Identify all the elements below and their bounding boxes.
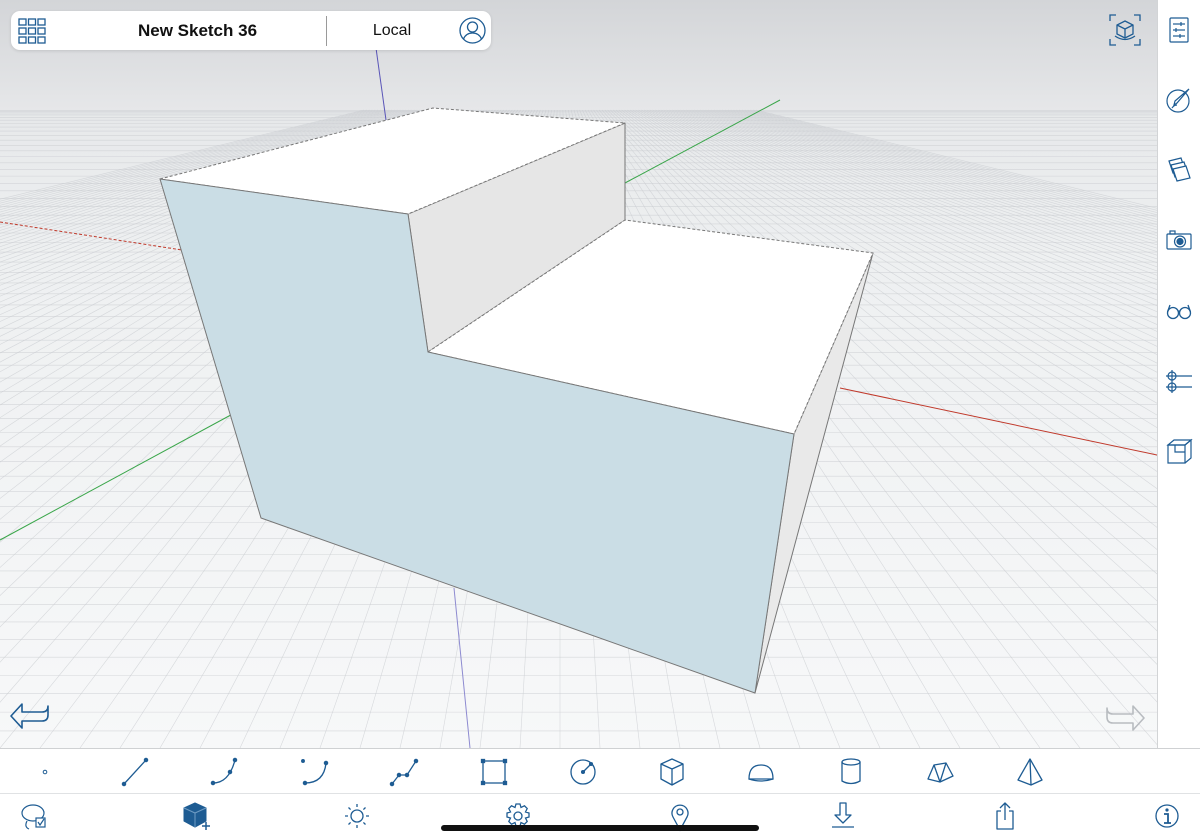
layers-button[interactable] [1165,155,1193,183]
section-plane-button[interactable] [1165,367,1193,395]
polyline-icon [389,758,419,787]
toolbar-row-divider [0,793,1200,794]
lasso-select-button[interactable] [15,799,55,833]
view-cube-icon [1109,14,1141,46]
cylinder-tool[interactable] [831,755,871,789]
cylinder-icon [841,758,861,785]
materials-brush-icon [1166,88,1190,113]
right-sidebar [1157,0,1200,748]
hemisphere-tool[interactable] [741,755,781,789]
circle-icon [570,759,596,785]
point-tool[interactable] [25,755,65,789]
import-download-icon [832,802,854,828]
scene-box-button[interactable] [1165,437,1193,465]
curve-tool[interactable] [295,755,335,789]
add-object-button[interactable] [175,799,215,833]
glasses-button[interactable] [1165,296,1193,324]
camera-button[interactable] [1165,226,1193,254]
scene-box-icon [1166,438,1193,464]
materials-button[interactable] [1165,86,1193,114]
grid-menu-icon [18,18,46,44]
lasso-select-icon [21,804,46,830]
user-account-icon [459,17,486,44]
box-tool[interactable] [652,755,692,789]
line-icon [121,757,149,787]
info-button[interactable] [1147,799,1187,833]
share-export-icon [996,802,1014,830]
pyramid-tool[interactable] [1010,755,1050,789]
undo-button[interactable] [8,700,52,736]
sketch-title[interactable]: New Sketch 36 [71,11,324,50]
info-icon [1155,804,1179,828]
polyline-tool[interactable] [385,755,425,789]
hemisphere-icon [748,764,774,782]
arc-tool[interactable] [205,755,245,789]
pyramid-icon [1017,758,1043,786]
import-button[interactable] [823,799,863,833]
prism-icon [927,762,954,783]
prism-tool[interactable] [920,755,960,789]
scene-canvas[interactable] [0,0,1157,748]
view-cube-button[interactable] [1107,12,1143,48]
properties-button[interactable] [1165,16,1193,44]
title-bar: New Sketch 36 Local [11,11,491,50]
light-sun-icon [345,804,369,828]
share-button[interactable] [985,799,1025,833]
point-icon [42,769,48,775]
undo-arrow-icon [10,703,49,729]
add-object-icon [183,802,210,830]
redo-button[interactable] [1103,702,1147,736]
curve-icon [301,759,329,786]
redo-arrow-icon [1106,705,1145,731]
layers-icon [1168,157,1191,182]
line-tool[interactable] [115,755,155,789]
properties-sliders-icon [1169,17,1189,43]
box-icon [660,758,684,786]
rectangle-icon [480,758,508,786]
lighting-button[interactable] [337,799,377,833]
rectangle-tool[interactable] [474,755,514,789]
3d-viewport[interactable] [0,0,1157,748]
section-plane-icon [1166,370,1192,393]
circle-tool[interactable] [563,755,603,789]
storage-location[interactable]: Local [327,11,457,50]
arc-icon [210,757,238,786]
grid-menu-button[interactable] [16,15,48,47]
account-button[interactable] [458,16,487,45]
camera-icon [1166,230,1192,250]
glasses-icon [1166,304,1192,320]
home-indicator[interactable] [441,825,759,831]
